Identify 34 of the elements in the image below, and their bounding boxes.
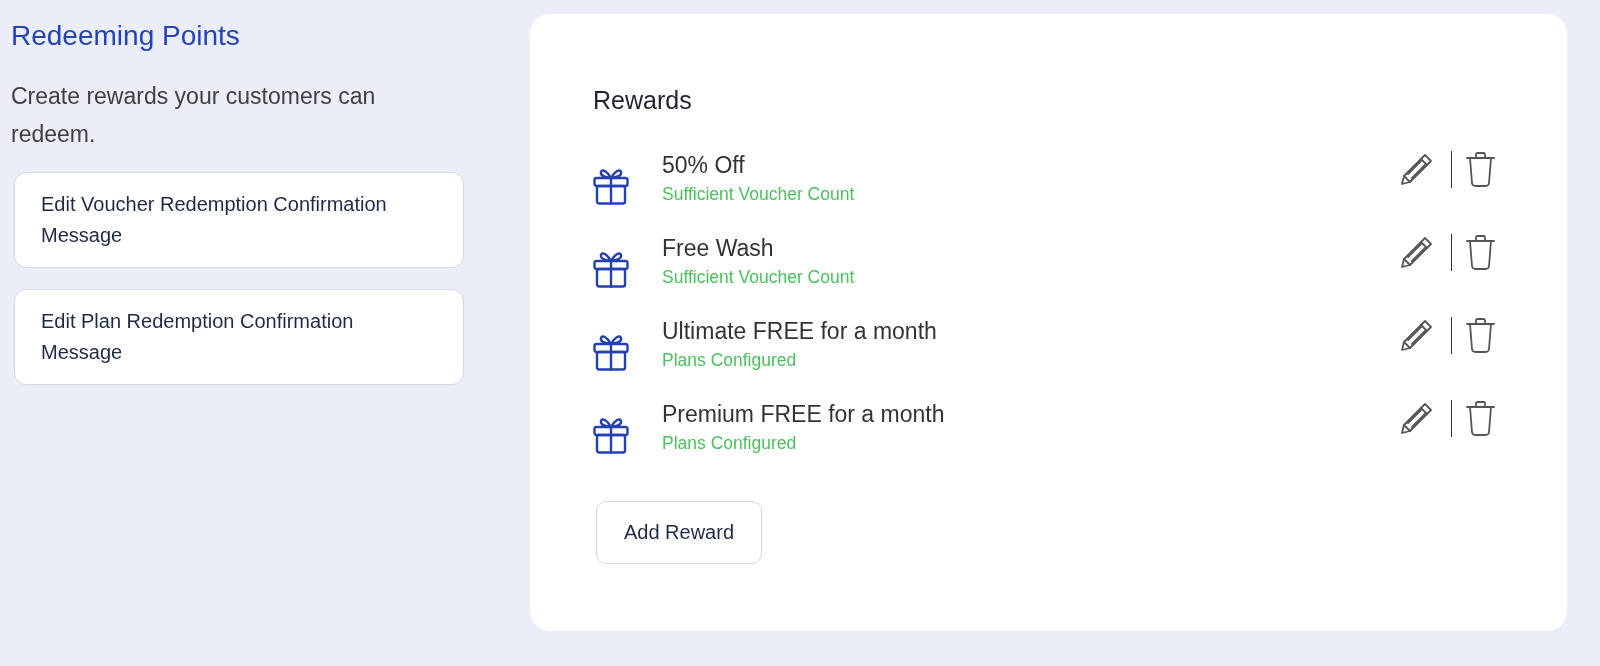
delete-button[interactable] [1466,401,1495,436]
gift-icon [593,333,629,371]
reward-status: Plans Configured [662,349,797,371]
pencil-icon [1400,153,1433,186]
reward-status: Plans Configured [662,432,797,454]
pencil-icon [1400,319,1433,352]
add-reward-button[interactable]: Add Reward [596,501,762,564]
gift-icon [593,167,629,205]
trash-icon [1466,401,1495,436]
gift-icon [593,250,629,288]
edit-button[interactable] [1400,319,1433,352]
trash-icon [1466,152,1495,187]
reward-status: Sufficient Voucher Count [662,266,855,288]
pencil-icon [1400,402,1433,435]
section-title: Redeeming Points [11,19,240,53]
pencil-icon [1400,236,1433,269]
delete-button[interactable] [1466,152,1495,187]
reward-name: Ultimate FREE for a month [662,317,937,346]
section-description: Create rewards your customers can redeem. [11,82,377,149]
reward-name: Premium FREE for a month [662,400,945,429]
edit-button[interactable] [1400,402,1433,435]
trash-icon [1466,235,1495,270]
edit-message-button[interactable]: Edit Voucher Redemption Confirmation Message [14,172,464,268]
edit-message-button[interactable]: Edit Plan Redemption Confirmation Message [14,289,464,385]
edit-button[interactable] [1400,236,1433,269]
reward-name: 50% Off [662,151,745,180]
reward-name: Free Wash [662,234,774,263]
trash-icon [1466,318,1495,353]
reward-status: Sufficient Voucher Count [662,183,855,205]
edit-button[interactable] [1400,153,1433,186]
delete-button[interactable] [1466,235,1495,270]
delete-button[interactable] [1466,318,1495,353]
gift-icon [593,416,629,454]
rewards-title: Rewards [593,85,692,116]
